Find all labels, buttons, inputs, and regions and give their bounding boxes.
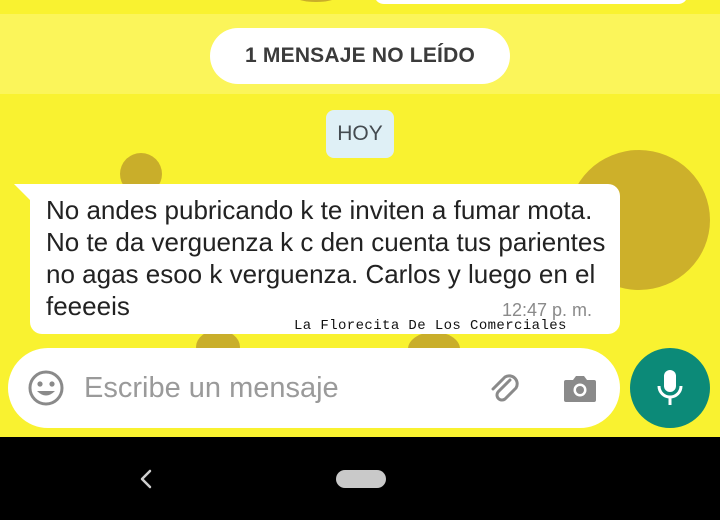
watermark-text: La Florecita De Los Comerciales — [294, 318, 567, 334]
incoming-message-bubble[interactable]: No andes pubricando k te inviten a fumar… — [30, 184, 620, 334]
microphone-icon[interactable] — [630, 348, 710, 428]
date-separator: HOY — [326, 110, 394, 158]
home-pill-icon[interactable] — [336, 470, 386, 488]
message-composer — [8, 348, 620, 428]
camera-icon[interactable] — [560, 368, 600, 408]
paperclip-icon[interactable] — [484, 368, 524, 408]
unread-messages-banner: 1 MENSAJE NO LEÍDO — [210, 28, 510, 84]
back-chevron-icon[interactable] — [134, 467, 158, 491]
emoji-icon[interactable] — [26, 368, 66, 408]
previous-message-bubble — [374, 0, 688, 4]
message-input[interactable] — [84, 364, 464, 412]
wallpaper-blob — [296, 0, 336, 2]
